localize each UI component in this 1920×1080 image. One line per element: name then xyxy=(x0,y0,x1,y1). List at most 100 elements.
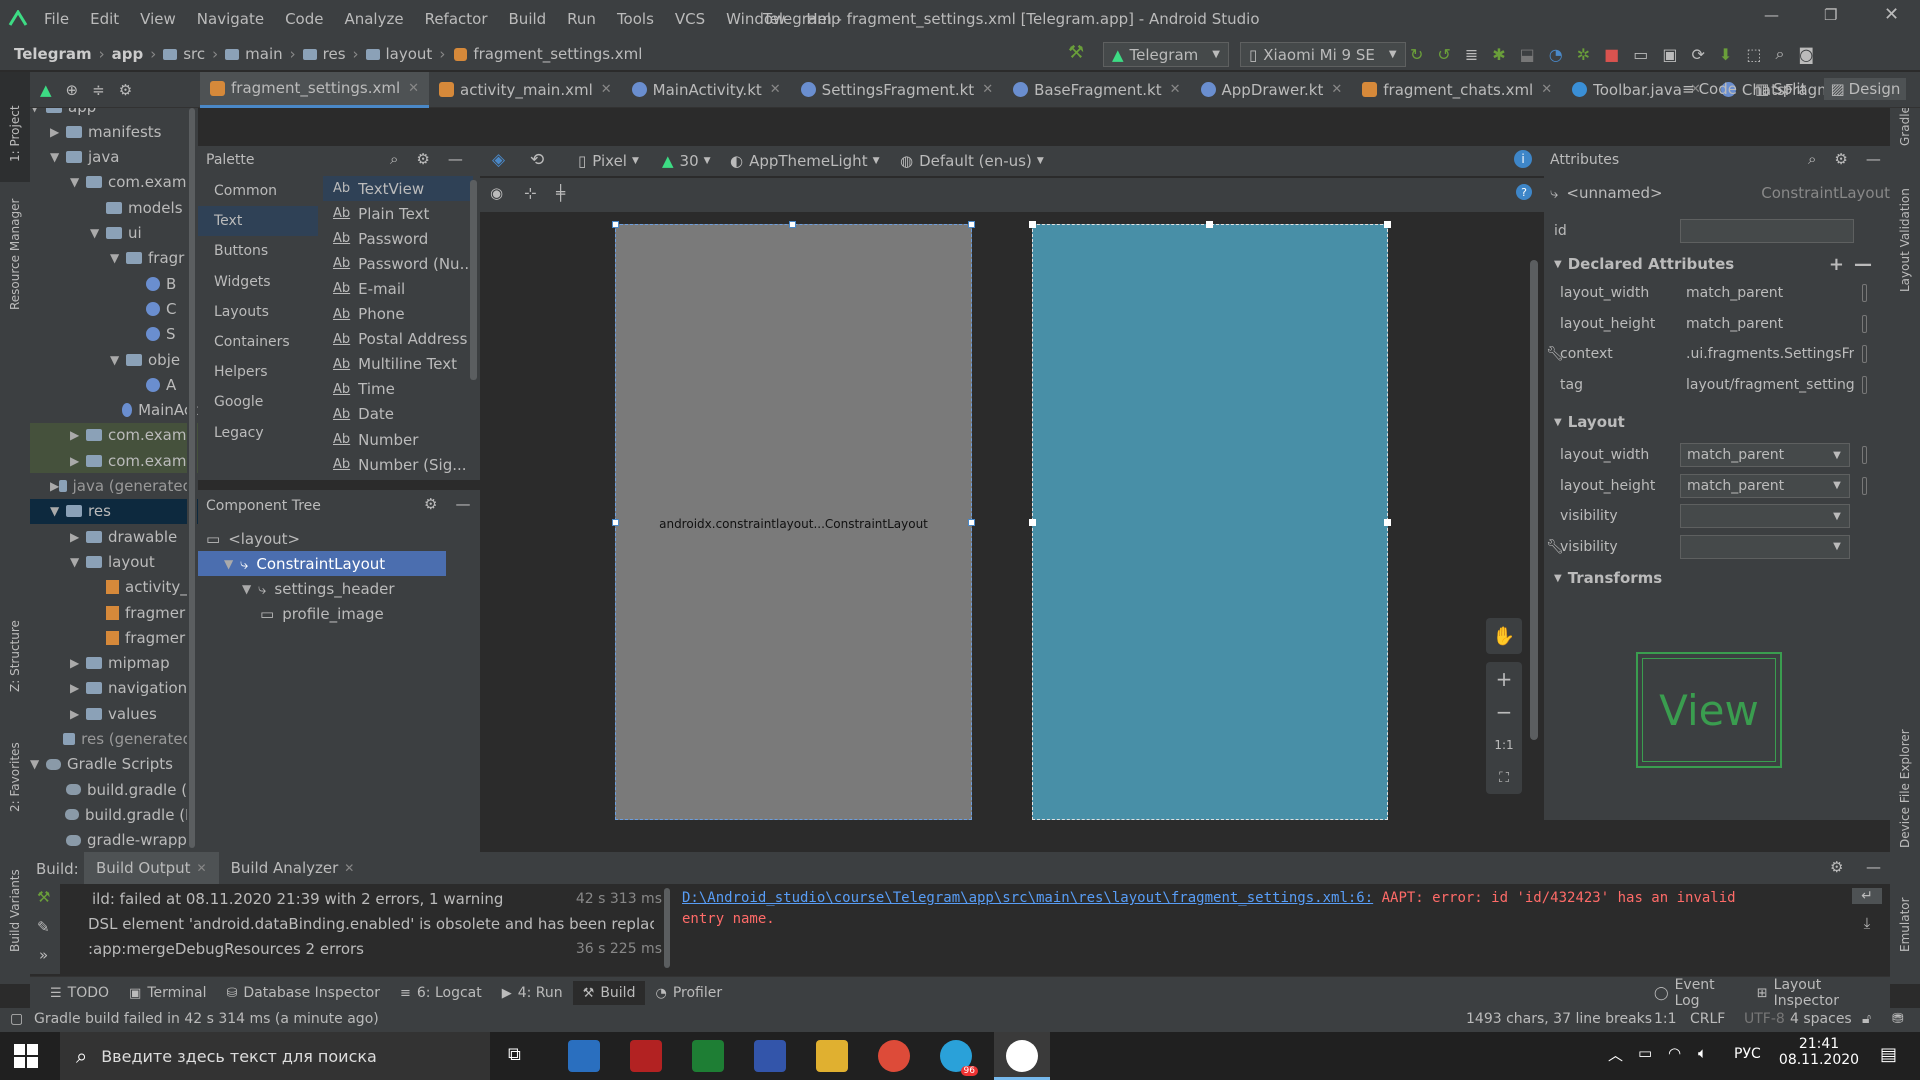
project-tree-item[interactable]: ▶ com.examp xyxy=(30,422,198,448)
tab-appdrawer-kt[interactable]: AppDrawer.kt ✕ xyxy=(1191,72,1353,108)
zoom-in-icon[interactable]: + xyxy=(1486,662,1522,695)
battery-icon[interactable]: ▭ xyxy=(1638,1044,1652,1062)
menu-edit[interactable]: Edit xyxy=(90,10,119,28)
layers-icon[interactable]: ◈ xyxy=(492,150,505,170)
taskbar-search[interactable]: ⌕ Введите здесь текст для поиска xyxy=(60,1032,490,1080)
palette-item[interactable]: Ab Plain Text xyxy=(323,201,473,226)
hammer-icon[interactable]: ⚒ xyxy=(37,888,50,906)
apply-changes-icon[interactable]: ↺ xyxy=(1437,45,1450,64)
zoom-actual-size-button[interactable]: 1:1 xyxy=(1486,728,1522,761)
chevron-right-icon[interactable]: ▶ xyxy=(70,656,86,670)
close-icon[interactable]: ✕ xyxy=(408,81,419,96)
chevron-right-icon[interactable]: ▶ xyxy=(70,681,86,695)
menu-file[interactable]: File xyxy=(44,10,69,28)
pc-app-icon[interactable] xyxy=(568,1040,600,1072)
palette-item[interactable]: Ab Number (Sig... xyxy=(323,452,473,477)
chevron-right-icon[interactable]: ▶ xyxy=(50,125,66,139)
id-input[interactable] xyxy=(1680,219,1854,243)
project-tree-item[interactable]: fragmer xyxy=(30,625,198,650)
structure-tool-button[interactable]: Z: Structure xyxy=(8,620,22,692)
sdk-manager-icon[interactable]: ⬇ xyxy=(1719,45,1732,64)
project-tree-item[interactable]: ▼ Gradle Scripts xyxy=(30,752,198,777)
profile-icon[interactable]: ◔ xyxy=(1549,45,1563,64)
stop-icon[interactable]: ■ xyxy=(1604,45,1619,64)
orientation-icon[interactable]: ⟲ xyxy=(530,150,544,170)
close-icon[interactable]: ✕ xyxy=(601,82,612,97)
project-tree-item[interactable]: ▶ mipmap xyxy=(30,651,198,676)
chevron-down-icon[interactable]: ▼ xyxy=(30,108,46,114)
palette-item[interactable]: Ab Postal Address xyxy=(323,327,473,352)
breadcrumb-item[interactable]: main xyxy=(245,45,282,63)
resource-picker-icon[interactable] xyxy=(1862,345,1867,363)
resource-picker-icon[interactable] xyxy=(1862,314,1867,333)
palette-item[interactable]: Ab Password xyxy=(323,226,473,251)
chevron-down-icon[interactable]: ▼ xyxy=(50,504,66,518)
clock[interactable]: 21:41 08.11.2020 xyxy=(1774,1036,1864,1068)
emulator-tool-button[interactable]: Emulator xyxy=(1898,897,1912,952)
project-tree-item[interactable]: ▶ java (generated) xyxy=(30,474,198,499)
project-tree-item[interactable]: ▼ java xyxy=(30,145,198,170)
resource-manager-tool-button[interactable]: Resource Manager xyxy=(8,199,22,310)
chevron-down-icon[interactable]: ▼ xyxy=(70,175,86,189)
palette-item[interactable]: Ab Date xyxy=(323,402,473,427)
telegram-icon[interactable]: 96 xyxy=(940,1040,978,1076)
gear-icon[interactable]: ⚙ xyxy=(1830,858,1843,876)
project-tree-item[interactable]: ▶ manifests xyxy=(30,119,198,144)
pin-icon[interactable]: ✎ xyxy=(37,918,50,936)
device-dropdown[interactable]: ▯ Pixel ▼ xyxy=(578,152,639,170)
target-icon[interactable]: ⊕ xyxy=(66,81,79,99)
design-scrollbar[interactable] xyxy=(1530,260,1538,740)
folder-icon[interactable]: ▭ xyxy=(1633,45,1648,64)
remove-icon[interactable]: — xyxy=(1854,254,1872,275)
breadcrumb-item[interactable]: app xyxy=(112,45,144,63)
add-icon[interactable]: + xyxy=(1829,254,1844,275)
antivirus-app-icon[interactable] xyxy=(630,1040,662,1072)
tab-fragment-settings-xml[interactable]: fragment_settings.xml ✕ xyxy=(200,71,430,108)
chevron-down-icon[interactable]: ▼ xyxy=(50,150,66,164)
file-encoding[interactable]: UTF-8 xyxy=(1744,1011,1785,1027)
status-toggle-icon[interactable]: ▢ xyxy=(10,1011,23,1027)
zoom-fit-icon[interactable]: ⛶ xyxy=(1486,761,1522,794)
run-config-select[interactable]: ▲ Telegram ▼ xyxy=(1103,42,1229,67)
close-icon[interactable]: ✕ xyxy=(1170,82,1181,97)
tool-window-database-inspector[interactable]: ⛁ Database Inspector xyxy=(217,981,390,1005)
menu-vcs[interactable]: VCS xyxy=(675,10,705,28)
project-tree-item[interactable]: ▼ ui xyxy=(30,221,198,246)
project-tree-item[interactable]: C xyxy=(30,296,198,321)
menu-view[interactable]: View xyxy=(140,10,176,28)
bug-icon[interactable]: ✲ xyxy=(1577,45,1590,64)
project-tree-item[interactable]: activity_ xyxy=(30,575,198,600)
eye-icon[interactable]: ◉ xyxy=(490,184,503,202)
hammer-icon[interactable]: ⚒ xyxy=(1068,42,1084,63)
windows-start-icon[interactable] xyxy=(14,1044,38,1068)
project-tree-item[interactable]: gradle-wrappe xyxy=(30,828,198,852)
task-view-icon[interactable]: ⧉ xyxy=(508,1044,521,1065)
wifi-icon[interactable]: ◠ xyxy=(1668,1044,1681,1062)
project-tree-item[interactable]: S xyxy=(30,322,198,347)
project-tree-item[interactable]: fragmer xyxy=(30,600,198,625)
project-tree-item[interactable]: A xyxy=(30,372,198,397)
split-view-button[interactable]: ▥ Split xyxy=(1755,80,1806,98)
chevron-down-icon[interactable]: ▼ xyxy=(1825,444,1849,466)
chevron-down-icon[interactable]: ▼ xyxy=(70,555,86,569)
palette-item[interactable]: Ab Time xyxy=(323,377,473,402)
build-entry[interactable]: DSL element 'android.dataBinding.enabled… xyxy=(62,911,662,936)
chevron-down-icon[interactable]: ▼ xyxy=(1825,505,1849,527)
chevron-right-icon[interactable]: ▶ xyxy=(70,428,86,442)
palette-item[interactable]: Ab E-mail xyxy=(323,276,473,301)
breadcrumb-item[interactable]: Telegram xyxy=(14,45,92,63)
chevron-down-icon[interactable]: ▼ xyxy=(242,582,258,596)
breadcrumb-item[interactable]: res xyxy=(323,45,346,63)
tool-window-6-logcat[interactable]: ≡ 6: Logcat xyxy=(390,981,492,1005)
notifications-icon[interactable]: ▤ xyxy=(1880,1044,1897,1065)
project-tree-item[interactable]: ▶ drawable xyxy=(30,524,198,549)
project-tree-item[interactable]: models xyxy=(30,195,198,220)
minimize-icon[interactable]: — xyxy=(455,495,470,513)
close-icon[interactable]: ✕ xyxy=(982,82,993,97)
tool-window-terminal[interactable]: ▣ Terminal xyxy=(119,981,216,1005)
chevron-down-icon[interactable]: ▼ xyxy=(110,251,126,265)
gear-icon[interactable]: ⚙ xyxy=(1834,150,1847,168)
tool-window-profiler[interactable]: ◔ Profiler xyxy=(645,981,732,1005)
palette-scrollbar[interactable] xyxy=(470,180,477,380)
code-view-button[interactable]: ≡ Code xyxy=(1682,80,1737,98)
